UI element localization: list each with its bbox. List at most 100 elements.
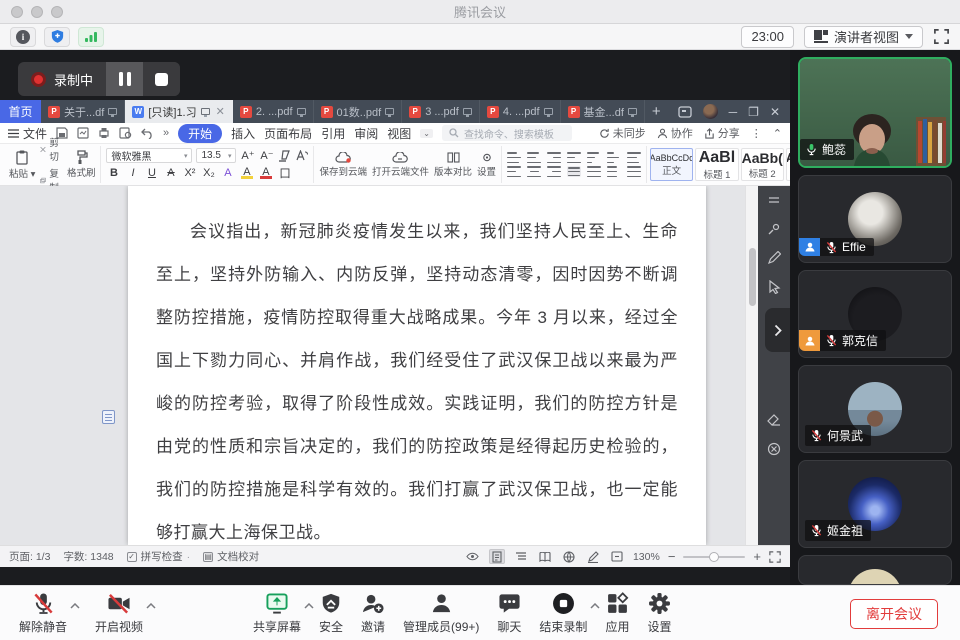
unmute-button[interactable]: 解除静音 — [10, 586, 80, 640]
undo-icon[interactable] — [141, 128, 154, 139]
manage-members-button[interactable]: 管理成员(99+) — [394, 586, 488, 640]
close-window-icon[interactable] — [11, 6, 23, 18]
participant-tile[interactable]: Effie — [798, 175, 952, 263]
video-options-chevron[interactable] — [146, 603, 156, 609]
more-options-icon[interactable]: ⋮ — [751, 127, 762, 140]
print-icon[interactable] — [98, 127, 110, 139]
font-color-button[interactable]: A — [258, 167, 273, 179]
doc-tab[interactable]: P3 ...pdf — [402, 100, 480, 123]
grow-font-button[interactable]: A⁺ — [240, 149, 255, 162]
web-layout-icon[interactable] — [561, 549, 577, 564]
show-marks-icon[interactable] — [607, 152, 621, 163]
read-layout-icon[interactable] — [537, 549, 553, 564]
numbered-list-icon[interactable] — [527, 152, 542, 163]
style-heading1[interactable]: AaBl 标题 1 — [695, 148, 739, 181]
security-status-button[interactable] — [44, 26, 70, 47]
end-recording-button[interactable]: 结束录制 — [530, 586, 600, 640]
wps-close-icon[interactable]: ✕ — [770, 105, 780, 119]
minimize-window-icon[interactable] — [31, 6, 43, 18]
format-painter-button[interactable]: 格式刷 — [67, 150, 95, 179]
font-size-select[interactable]: 13.5 ▾ — [196, 148, 237, 163]
redo-icon[interactable]: » — [163, 127, 169, 139]
bullet-list-icon[interactable] — [507, 152, 522, 163]
leave-meeting-button[interactable]: 离开会议 — [850, 599, 938, 629]
wps-minimize-icon[interactable]: ─ — [729, 105, 738, 119]
style-heading2[interactable]: AaBb(标题 2 — [740, 148, 784, 181]
zoom-window-icon[interactable] — [51, 6, 63, 18]
scrollbar-thumb[interactable] — [749, 248, 756, 306]
spellcheck-toggle[interactable]: ✓ 拼写检查 · — [126, 549, 190, 564]
participant-tile[interactable]: 何景武 — [798, 365, 952, 453]
fit-page-icon[interactable] — [609, 549, 625, 564]
laser-pointer-icon[interactable] — [766, 221, 782, 237]
page-view-icon[interactable] — [488, 549, 505, 564]
document-page[interactable]: 会议指出，新冠肺炎疫情发生以来，我们坚持人民至上、生命至上，坚持外防输入、内防反… — [128, 186, 706, 545]
drag-handle-icon[interactable] — [766, 192, 782, 208]
menu-tab-references[interactable]: 引用 — [321, 125, 345, 142]
clear-format-icon[interactable] — [278, 149, 291, 162]
command-search-input[interactable]: 查找命令、搜索模板 — [441, 125, 572, 141]
doc-tab[interactable]: P 2. ...pdf — [233, 100, 314, 123]
zoom-slider-knob[interactable] — [709, 551, 720, 562]
meeting-time-button[interactable]: 23:00 — [741, 25, 794, 48]
wps-account-avatar[interactable] — [702, 104, 718, 119]
subscript-button[interactable]: X₂ — [201, 167, 216, 179]
eye-protect-icon[interactable] — [465, 549, 481, 564]
wordart-button[interactable]: A — [220, 167, 235, 179]
font-name-select[interactable]: 微软雅黑 ▾ — [106, 148, 193, 163]
start-video-button[interactable]: 开启视频 — [86, 586, 156, 640]
menu-tab-view[interactable]: 视图 — [387, 125, 411, 142]
fullscreen-icon[interactable] — [933, 28, 950, 45]
justify-icon[interactable] — [567, 166, 582, 177]
more-tabs-icon[interactable]: ⌄ — [420, 128, 433, 138]
save-to-cloud-button[interactable]: 保存到云端 — [319, 151, 367, 178]
word-count[interactable]: 字数: 1348 — [63, 549, 113, 564]
underline-button[interactable]: U — [144, 167, 159, 179]
doc-tab[interactable]: P 01数..pdf — [314, 100, 403, 123]
highlight-color-button[interactable]: A — [239, 167, 254, 179]
zoom-out-icon[interactable]: − — [668, 549, 676, 564]
superscript-button[interactable]: X² — [182, 167, 197, 179]
view-mode-dropdown[interactable]: 演讲者视图 — [803, 25, 923, 48]
sort-icon[interactable] — [587, 152, 601, 163]
tab-home[interactable]: 首页 — [0, 100, 41, 123]
zoom-slider[interactable] — [683, 551, 746, 562]
share-button[interactable]: 分享 — [704, 125, 740, 141]
network-status-button[interactable] — [78, 26, 104, 47]
shrink-font-button[interactable]: A⁻ — [259, 149, 274, 162]
open-cloud-file-button[interactable]: 打开云端文件 — [372, 151, 429, 178]
invite-button[interactable]: 邀请 — [352, 586, 394, 640]
participant-tile[interactable] — [798, 555, 952, 585]
style-normal[interactable]: AaBbCcDc 正文 — [650, 148, 694, 181]
share-screen-button[interactable]: 共享屏幕 — [244, 586, 314, 640]
participant-tile-active[interactable]: 鲍蕊 — [798, 57, 952, 168]
sidebar-collapse-tab[interactable] — [765, 308, 790, 352]
italic-button[interactable]: I — [125, 167, 140, 179]
select-cursor-icon[interactable] — [766, 279, 782, 295]
ink-icon[interactable] — [585, 549, 601, 564]
phonetic-guide-icon[interactable] — [295, 149, 309, 162]
version-compare-button[interactable]: 版本对比 — [434, 151, 472, 178]
cut-button[interactable]: 剪切 — [40, 135, 62, 163]
doc-tab-active[interactable]: W [只读]1.习 ✕ — [125, 100, 233, 123]
increase-indent-icon[interactable] — [567, 152, 582, 163]
exit-annotation-icon[interactable] — [766, 441, 782, 457]
align-center-icon[interactable] — [527, 166, 542, 177]
new-tab-button[interactable]: + — [645, 100, 668, 123]
eraser-icon[interactable] — [766, 412, 782, 428]
chat-button[interactable]: 聊天 — [488, 586, 530, 640]
align-left-icon[interactable] — [507, 166, 522, 177]
outline-view-icon[interactable] — [513, 549, 529, 564]
line-spacing-icon[interactable] — [607, 166, 621, 177]
text-direction-icon[interactable] — [627, 152, 642, 163]
shading-icon[interactable] — [627, 166, 642, 177]
audio-options-chevron[interactable] — [70, 603, 80, 609]
pen-icon[interactable] — [766, 250, 782, 266]
strikethrough-button[interactable]: A — [163, 167, 178, 179]
zoom-level[interactable]: 130% — [633, 551, 660, 563]
meeting-info-button[interactable]: i — [10, 26, 36, 47]
close-tab-icon[interactable]: ✕ — [216, 105, 225, 118]
paste-options-icon[interactable] — [102, 410, 115, 424]
doc-tab[interactable]: P 关于...df — [41, 100, 126, 123]
export-icon[interactable] — [77, 127, 89, 139]
